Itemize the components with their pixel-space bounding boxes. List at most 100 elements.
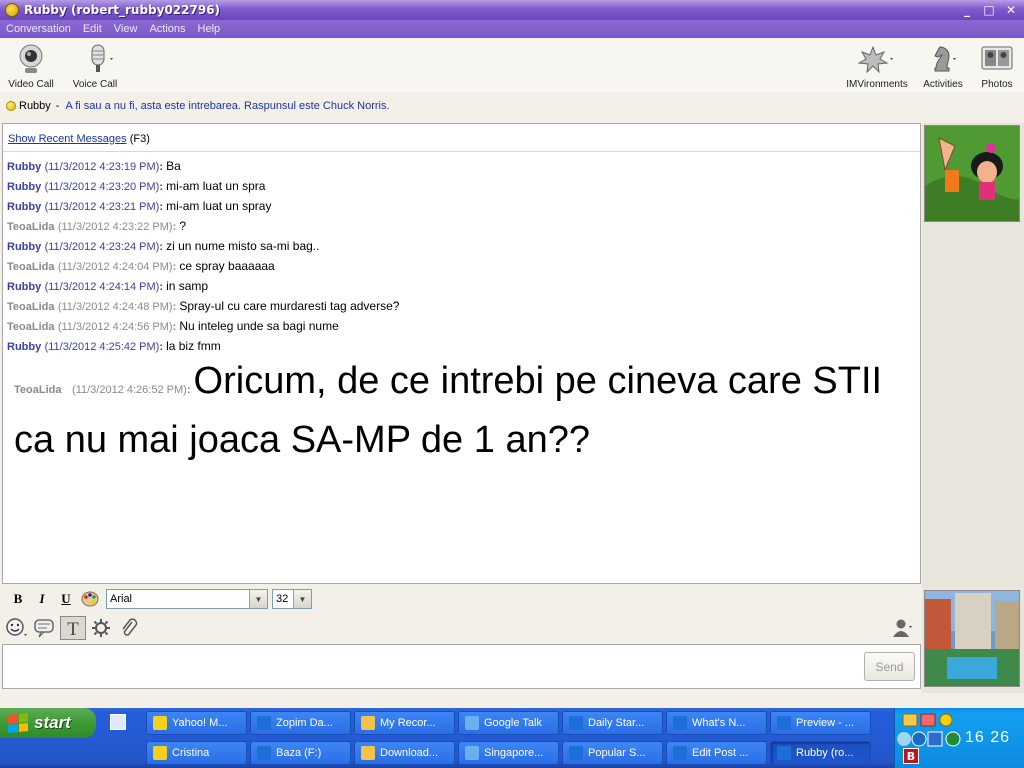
underline-button[interactable]: U [54, 588, 78, 610]
start-button[interactable]: start [0, 708, 96, 738]
attach-file-button[interactable] [116, 616, 142, 640]
message-sender: Rubby [7, 201, 42, 213]
divider [3, 151, 920, 152]
b-app-icon[interactable]: B [903, 748, 919, 764]
taskbar-button-label: Cristina [172, 747, 210, 759]
photos-icon [981, 46, 1013, 70]
show-recent-messages-link[interactable]: Show Recent Messages [8, 133, 127, 145]
microphone-icon [91, 44, 113, 72]
video-call-button[interactable]: Video Call [8, 38, 54, 90]
font-size-select[interactable]: 32 ▼ [272, 589, 312, 609]
taskbar-button[interactable]: Download... [354, 741, 455, 765]
taskbar-button-label: What's N... [692, 717, 746, 729]
palette-icon [81, 591, 99, 607]
activities-button[interactable]: Activities [920, 38, 966, 90]
system-tray: B 16 26 [894, 708, 1024, 768]
app-icon [777, 746, 791, 760]
minimize-button[interactable]: _ [958, 2, 976, 18]
audibles-button[interactable] [32, 616, 58, 640]
taskbar-button[interactable]: Rubby (ro... [770, 741, 871, 765]
taskbar-button[interactable]: Yahoo! M... [146, 711, 247, 735]
taskbar-button[interactable]: Daily Star... [562, 711, 663, 735]
chevron-down-icon[interactable]: ▼ [249, 590, 267, 608]
conversation-history[interactable]: Show Recent Messages (F3) Rubby (11/3/20… [2, 123, 921, 584]
message-timestamp: (11/3/2012 4:23:19 PM) [44, 161, 160, 173]
taskbar-button[interactable]: Cristina [146, 741, 247, 765]
taskbar-button[interactable]: My Recor... [354, 711, 455, 735]
chevron-down-icon[interactable]: ▼ [293, 590, 311, 608]
taskbar-button-label: Rubby (ro... [796, 747, 854, 759]
message-timestamp: (11/3/2012 4:23:20 PM) [44, 181, 160, 193]
imvironment-settings-button[interactable] [88, 616, 114, 640]
message-row: TeoaLida (11/3/2012 4:24:48 PM): Spray-u… [7, 299, 400, 313]
message-row: Rubby (11/3/2012 4:23:19 PM): Ba [7, 159, 181, 173]
emoticons-button[interactable] [4, 616, 30, 640]
taskbar-button[interactable]: Zopim Da... [250, 711, 351, 735]
taskbar-button-label: Edit Post ... [692, 747, 749, 759]
window-title: Rubby (robert_rubby022796) [24, 3, 221, 17]
menu-view[interactable]: View [114, 23, 138, 35]
title-bar[interactable]: Rubby (robert_rubby022796) _ □ ✕ [0, 0, 1024, 20]
taskbar-button-label: Baza (F:) [276, 747, 322, 759]
taskbar-button-label: My Recor... [380, 717, 436, 729]
menu-help[interactable]: Help [198, 23, 221, 35]
taskbar-button-label: Singapore... [484, 747, 544, 759]
taskbar-button[interactable]: Singapore... [458, 741, 559, 765]
taskbar-button[interactable]: Google Talk [458, 711, 559, 735]
add-contact-button[interactable] [890, 616, 916, 640]
message-row: TeoaLida (11/3/2012 4:24:56 PM): Nu inte… [7, 319, 339, 333]
tray-icons [902, 713, 953, 727]
app-icon [673, 716, 687, 730]
taskbar-button[interactable]: What's N... [666, 711, 767, 735]
message-timestamp: (11/3/2012 4:23:24 PM) [44, 241, 160, 253]
windows-logo-icon [8, 712, 28, 734]
status-message: A fi sau a nu fi, asta este intrebarea. … [65, 100, 390, 112]
message-text: zi un nume misto sa-mi bag.. [166, 239, 320, 253]
chess-knight-icon [934, 46, 956, 72]
taskbar-button[interactable]: Edit Post ... [666, 741, 767, 765]
message-timestamp: (11/3/2012 4:24:48 PM) [57, 301, 173, 313]
message-text: mi-am luat un spray [166, 199, 272, 213]
message-input[interactable] [2, 644, 921, 689]
app-icon [153, 746, 167, 760]
app-icon [465, 746, 479, 760]
italic-button[interactable]: I [30, 588, 54, 610]
show-desktop-icon[interactable] [110, 714, 126, 730]
message-text: ce spray baaaaaa [179, 259, 275, 273]
gear-icon [92, 619, 110, 637]
message-timestamp: (11/3/2012 4:24:56 PM) [57, 321, 173, 333]
send-button[interactable]: Send [864, 652, 915, 681]
voice-call-button[interactable]: Voice Call [70, 38, 120, 90]
taskbar-button[interactable]: Popular S... [562, 741, 663, 765]
contact-name[interactable]: Rubby [19, 100, 51, 112]
message-timestamp: (11/3/2012 4:23:22 PM) [57, 221, 173, 233]
close-button[interactable]: ✕ [1002, 2, 1020, 18]
my-avatar[interactable] [924, 590, 1020, 687]
menu-conversation[interactable]: Conversation [6, 23, 71, 35]
font-size-value: 32 [276, 593, 289, 605]
speech-bubble-icon [34, 619, 54, 638]
menu-edit[interactable]: Edit [83, 23, 102, 35]
taskbar-button-label: Yahoo! M... [172, 717, 228, 729]
message-sender: TeoaLida [7, 221, 55, 233]
text-format-toggle[interactable]: T [60, 616, 86, 640]
bold-button[interactable]: B [6, 588, 30, 610]
recent-messages-bar: Show Recent Messages (F3) [8, 133, 150, 145]
message-text: Spray-ul cu care murdaresti tag adverse? [179, 299, 400, 313]
maximize-button[interactable]: □ [980, 2, 998, 18]
photos-button[interactable]: Photos [978, 38, 1016, 90]
color-palette-button[interactable] [78, 588, 102, 610]
format-toolbar: B I U Arial ▼ 32 ▼ [0, 586, 921, 612]
message-text: Ba [166, 159, 181, 173]
imvironments-button[interactable]: IMVironments [846, 38, 908, 90]
photos-label: Photos [981, 79, 1013, 90]
menu-actions[interactable]: Actions [149, 23, 185, 35]
message-sender: TeoaLida [14, 384, 62, 396]
contact-avatar[interactable] [924, 125, 1020, 222]
message-text: Nu inteleg unde sa bagi nume [179, 319, 339, 333]
taskbar-button-label: Daily Star... [588, 717, 645, 729]
font-family-select[interactable]: Arial ▼ [106, 589, 268, 609]
imvironments-icon [857, 45, 893, 74]
taskbar-button[interactable]: Preview - ... [770, 711, 871, 735]
taskbar-button[interactable]: Baza (F:) [250, 741, 351, 765]
